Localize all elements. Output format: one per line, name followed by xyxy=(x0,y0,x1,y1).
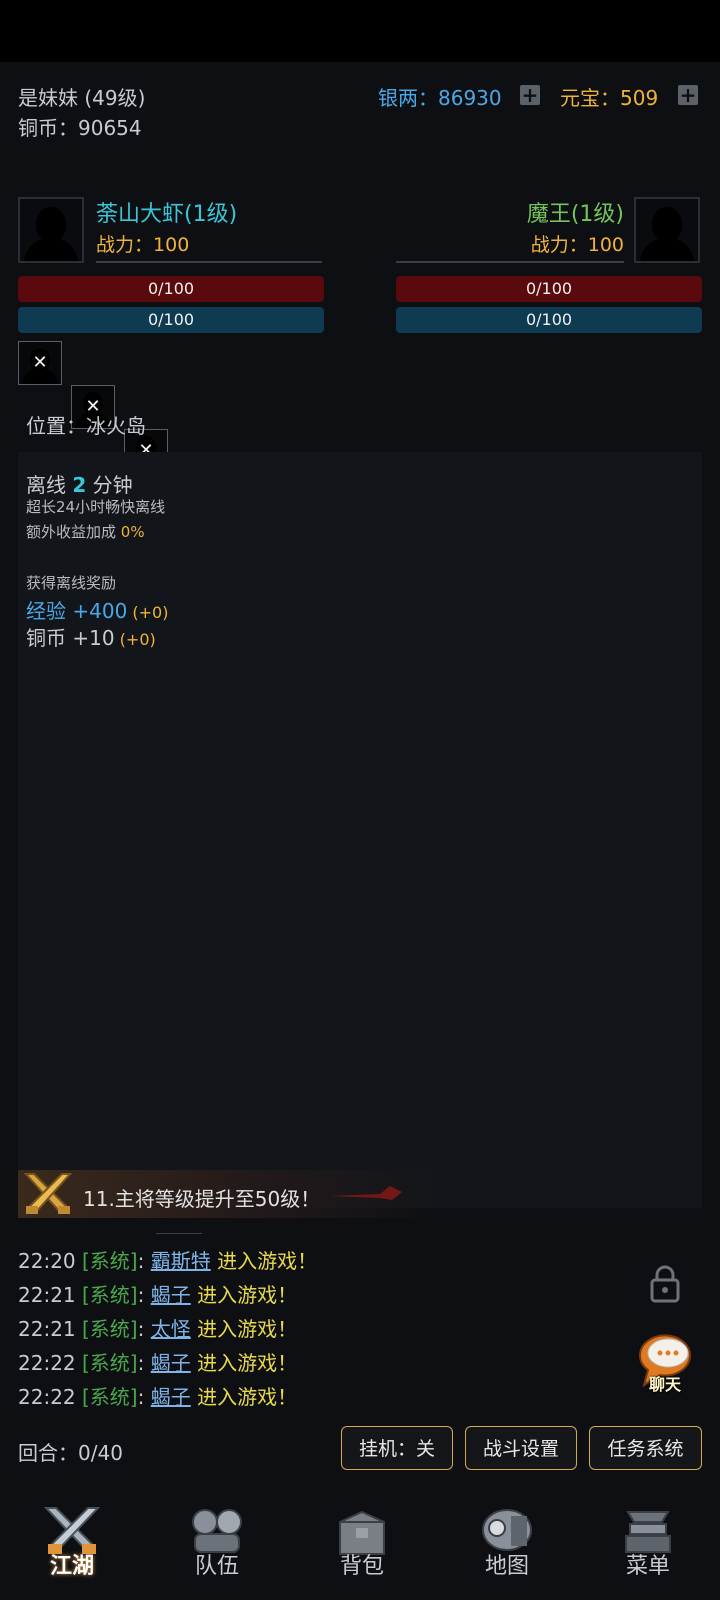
offline-exp: 经验 +400 (+0) xyxy=(26,599,169,623)
right-fighter-name: 魔王(1级) xyxy=(526,202,624,227)
silver-display: 银两：86930 xyxy=(378,86,502,110)
close-icon: ✕ xyxy=(32,352,48,373)
plus-icon[interactable]: + xyxy=(678,85,698,105)
nav-label: 菜单 xyxy=(625,1554,670,1579)
nav-label: 队伍 xyxy=(194,1554,239,1579)
offline-panel xyxy=(18,452,702,1208)
round-counter: 回合：0/40 xyxy=(18,1441,123,1465)
battle-settings-button[interactable]: 战斗设置 xyxy=(465,1426,577,1470)
left-fighter-name: 荼山大虾(1级) xyxy=(96,202,238,227)
divider xyxy=(156,1233,202,1234)
yuanbao-display: 元宝：509 xyxy=(560,86,659,110)
auto-battle-button[interactable]: 挂机：关 xyxy=(341,1426,453,1470)
crossed-swords-icon xyxy=(23,1173,73,1214)
player-name-level: 是妹妹 (49级) xyxy=(18,86,146,110)
offline-bonus: 额外收益加成 0% xyxy=(26,523,145,541)
offline-duration: 离线 2 分钟 xyxy=(26,473,133,497)
player-copper: 铜币：90654 xyxy=(18,116,142,140)
nav-label: 地图 xyxy=(484,1554,529,1579)
player-link[interactable]: 太怪 xyxy=(151,1317,191,1341)
left-slot-1[interactable]: ✕ xyxy=(18,341,62,385)
nav-bag[interactable]: 背包 xyxy=(307,1500,417,1600)
divider xyxy=(396,261,624,263)
right-hp-bar: 0/100 xyxy=(396,276,702,302)
nav-team[interactable]: 队伍 xyxy=(162,1500,272,1600)
chat-line: 22:22 [系统]: 蝎子 进入游戏！ xyxy=(18,1385,298,1409)
player-link[interactable]: 蝎子 xyxy=(151,1385,191,1409)
player-link[interactable]: 蝎子 xyxy=(151,1283,191,1307)
offline-reward-title: 获得离线奖励 xyxy=(26,574,117,592)
lock-icon[interactable] xyxy=(648,1264,682,1304)
chat-button[interactable]: 聊天 xyxy=(630,1325,700,1395)
silhouette-icon xyxy=(24,207,78,261)
left-mp-bar: 0/100 xyxy=(18,307,324,333)
chat-line: 22:21 [系统]: 太怪 进入游戏！ xyxy=(18,1317,298,1341)
silhouette-icon xyxy=(640,207,694,261)
right-mp-bar: 0/100 xyxy=(396,307,702,333)
location: 位置：冰火岛 xyxy=(26,414,146,438)
nav-menu[interactable]: 菜单 xyxy=(593,1500,703,1600)
left-fighter-power: 战力：100 xyxy=(96,234,190,256)
player-link[interactable]: 霸斯特 xyxy=(151,1249,211,1273)
divider xyxy=(96,261,322,263)
right-fighter-avatar[interactable] xyxy=(634,197,700,263)
task-system-button[interactable]: 任务系统 xyxy=(589,1426,702,1470)
right-fighter-power: 战力：100 xyxy=(530,234,624,256)
nav-label: 江湖 xyxy=(49,1554,94,1579)
player-link[interactable]: 蝎子 xyxy=(151,1351,191,1375)
nav-map[interactable]: 地图 xyxy=(452,1500,562,1600)
nav-jianghu[interactable]: 江湖 xyxy=(17,1500,127,1600)
status-bar xyxy=(0,0,720,62)
chat-line: 22:20 [系统]: 霸斯特 进入游戏！ xyxy=(18,1249,318,1273)
chat-line: 22:21 [系统]: 蝎子 进入游戏！ xyxy=(18,1283,298,1307)
quest-text: 11.主将等级提升至50级！ xyxy=(83,1187,321,1211)
offline-copper: 铜币 +10 (+0) xyxy=(26,626,156,650)
chat-line: 22:22 [系统]: 蝎子 进入游戏！ xyxy=(18,1351,298,1375)
left-hp-bar: 0/100 xyxy=(18,276,324,302)
offline-note: 超长24小时畅快离线 xyxy=(26,498,166,516)
chat-button-label: 聊天 xyxy=(648,1375,681,1394)
decoration-icon xyxy=(330,1186,402,1200)
left-fighter-avatar[interactable] xyxy=(18,197,84,263)
plus-icon[interactable]: + xyxy=(520,85,540,105)
nav-label: 背包 xyxy=(339,1554,384,1579)
